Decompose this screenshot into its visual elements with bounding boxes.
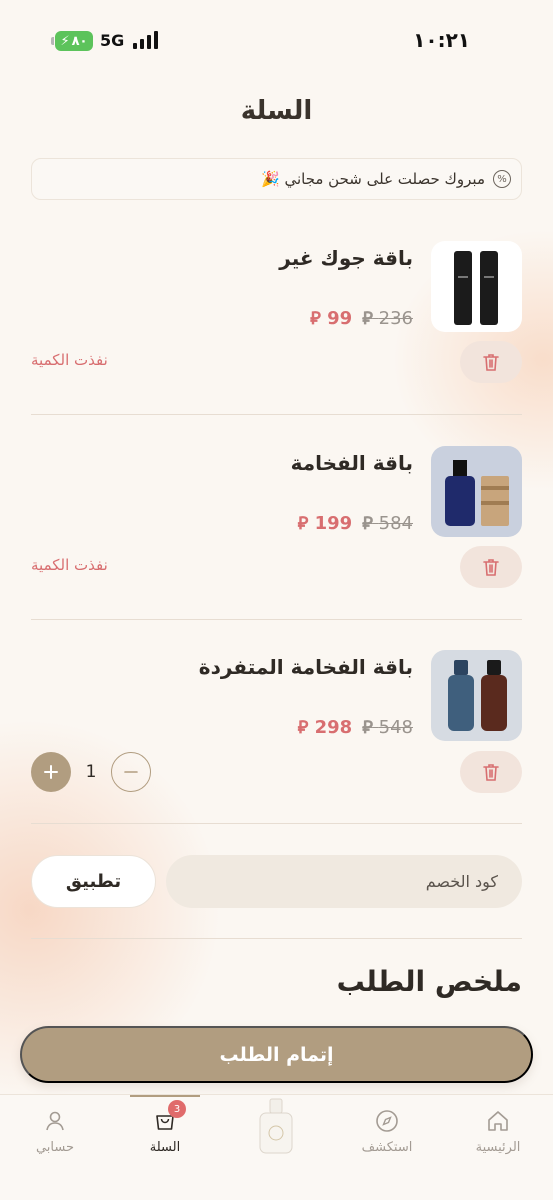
- compass-icon: [376, 1110, 398, 1132]
- riyal-symbol: ⃁: [362, 717, 373, 738]
- divider: [31, 823, 522, 824]
- user-icon: [46, 1111, 64, 1131]
- product-image[interactable]: [431, 650, 522, 741]
- network-label: 5G: [100, 31, 125, 50]
- perfume-bottle-icon[interactable]: [256, 1097, 296, 1155]
- out-of-stock-label: نفذت الكمية: [31, 556, 108, 574]
- price-row: 584 ⃁ 199 ⃁: [298, 511, 413, 534]
- quantity-value: 1: [85, 762, 97, 782]
- trash-icon: [483, 559, 499, 576]
- original-price: 236 ⃁: [362, 308, 413, 329]
- promo-text: مبروك حصلت على شحن مجاني 🎉: [261, 170, 485, 188]
- sale-price: 298 ⃁: [297, 717, 353, 738]
- divider: [31, 619, 522, 620]
- original-price: 584 ⃁: [362, 513, 413, 534]
- tab-explore[interactable]: استكشف: [332, 1095, 442, 1175]
- tab-account[interactable]: حسابي: [0, 1095, 110, 1175]
- price-row: 236 ⃁ 99 ⃁: [310, 306, 413, 329]
- page-title: السلة: [240, 96, 313, 126]
- sale-price: 199 ⃁: [297, 513, 353, 534]
- tab-label: استكشف: [361, 1140, 413, 1155]
- decrease-quantity-button[interactable]: [111, 752, 151, 792]
- trash-icon: [483, 354, 499, 371]
- apply-coupon-button[interactable]: تطبيق: [31, 855, 156, 908]
- battery-level: ٨٠: [71, 33, 88, 49]
- divider: [31, 938, 522, 939]
- status-bar: ⚡ ٨٠ 5G ١٠:٢١: [0, 0, 553, 80]
- coupon-code-input[interactable]: [166, 855, 522, 908]
- product-image[interactable]: [431, 241, 522, 332]
- free-shipping-banner: % مبروك حصلت على شحن مجاني 🎉: [31, 158, 522, 200]
- home-icon: [488, 1111, 508, 1131]
- trash-icon: [483, 764, 499, 781]
- riyal-symbol: ⃁: [310, 308, 321, 329]
- riyal-symbol: ⃁: [362, 513, 373, 534]
- signal-icon: [133, 31, 163, 49]
- status-time: ١٠:٢١: [413, 28, 470, 52]
- tab-cart[interactable]: 3 السلة: [110, 1095, 220, 1175]
- tab-home[interactable]: الرئيسية: [443, 1095, 553, 1175]
- product-name[interactable]: باقة الفخامة المتفردة: [199, 655, 413, 679]
- cart-count-badge: 3: [168, 1100, 186, 1118]
- price-row: 548 ⃁ 298 ⃁: [298, 715, 413, 738]
- riyal-symbol: ⃁: [297, 717, 309, 738]
- product-name[interactable]: باقة جوك غير: [279, 246, 413, 270]
- checkout-button[interactable]: إتمام الطلب: [20, 1026, 533, 1083]
- product-image[interactable]: [431, 446, 522, 537]
- tab-label: حسابي: [35, 1140, 75, 1155]
- sale-price: 99 ⃁: [310, 308, 353, 329]
- charging-icon: ⚡: [60, 33, 70, 49]
- plus-icon: [44, 765, 58, 779]
- discount-icon: %: [493, 170, 511, 188]
- riyal-symbol: ⃁: [362, 308, 373, 329]
- order-summary-title: ملخص الطلب: [336, 965, 522, 998]
- battery-indicator: ⚡ ٨٠: [51, 31, 93, 51]
- quantity-stepper: 1: [31, 752, 151, 792]
- cart-icon-wrap: 3: [152, 1100, 186, 1134]
- out-of-stock-label: نفذت الكمية: [31, 351, 108, 369]
- original-price: 548 ⃁: [362, 717, 413, 738]
- delete-button[interactable]: [460, 751, 522, 793]
- tab-label: الرئيسية: [475, 1140, 521, 1155]
- delete-button[interactable]: [460, 546, 522, 588]
- product-name[interactable]: باقة الفخامة: [291, 451, 413, 475]
- tab-label: السلة: [149, 1140, 181, 1155]
- divider: [31, 414, 522, 415]
- minus-icon: [124, 771, 138, 773]
- delete-button[interactable]: [460, 341, 522, 383]
- increase-quantity-button[interactable]: [31, 752, 71, 792]
- riyal-symbol: ⃁: [297, 513, 309, 534]
